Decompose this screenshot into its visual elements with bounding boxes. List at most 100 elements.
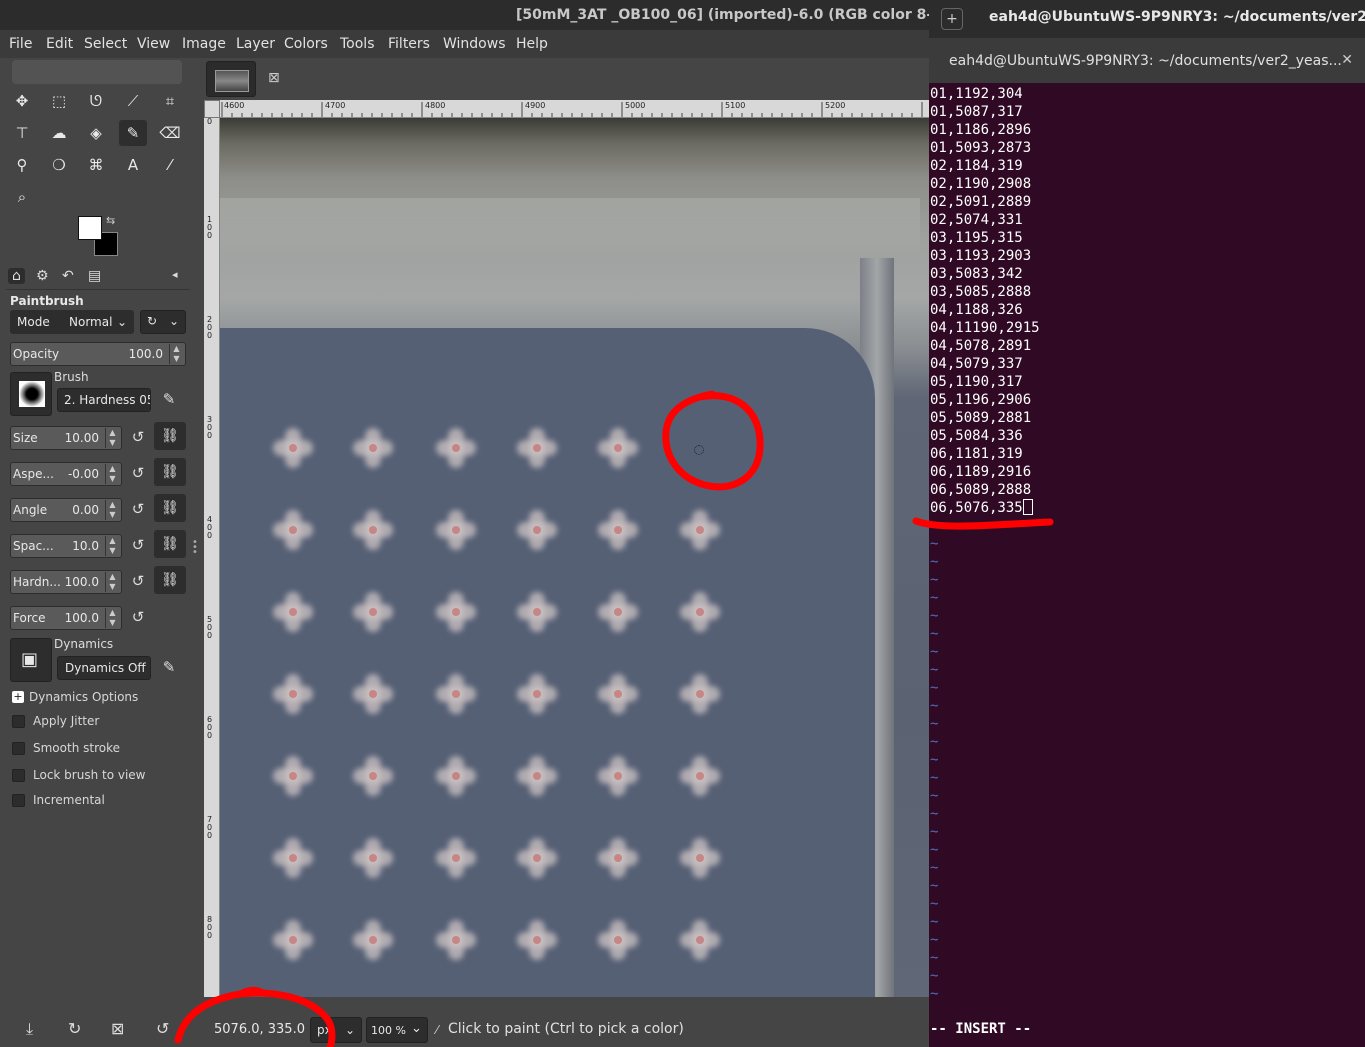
size-reset-icon[interactable]: ↺ xyxy=(128,428,148,448)
text-tool-icon[interactable]: A xyxy=(119,152,147,178)
bucket-fill-tool-icon[interactable]: ◈ xyxy=(82,120,110,146)
edit-brush-icon[interactable]: ✎ xyxy=(159,390,179,410)
spin-arrows-icon[interactable]: ▲ ▼ xyxy=(169,344,183,364)
brush-name-field[interactable]: 2. Hardness 050 xyxy=(57,388,151,412)
vim-line: 02,1184,319 xyxy=(930,158,1023,174)
paintbrush-tool-icon[interactable]: ✎ xyxy=(119,120,147,146)
crop-tool-icon[interactable]: ⌗ xyxy=(156,88,184,114)
menu-windows[interactable]: Windows xyxy=(443,36,506,52)
spin-arrows-icon[interactable]: ▲ ▼ xyxy=(105,500,119,520)
aspect-slider[interactable]: Aspe... -0.00 ▲ ▼ xyxy=(10,462,122,486)
smudge-tool-icon[interactable]: ❍ xyxy=(45,152,73,178)
tool-options-tab-icon[interactable]: ⌂ xyxy=(8,268,25,284)
vim-empty-line: ~ xyxy=(930,770,939,786)
spacing-reset-icon[interactable]: ↺ xyxy=(128,536,148,556)
paths-tool-icon[interactable]: ⌘ xyxy=(82,152,110,178)
eraser-tool-icon[interactable]: ⌫ xyxy=(156,120,184,146)
undo-history-tab-icon[interactable]: ↶ xyxy=(62,268,74,284)
angle-link-icon[interactable]: ⛓ xyxy=(154,494,186,522)
spacing-link-icon[interactable]: ⛓ xyxy=(154,530,186,558)
warp-tool-icon[interactable]: ☁ xyxy=(45,120,73,146)
hardness-reset-icon[interactable]: ↺ xyxy=(128,572,148,592)
device-status-tab-icon[interactable]: ⚙ xyxy=(36,268,49,284)
clone-tool-icon[interactable]: ⚲ xyxy=(8,152,36,178)
close-image-icon[interactable]: ⊠ xyxy=(268,70,280,86)
angle-slider[interactable]: Angle 0.00 ▲ ▼ xyxy=(10,498,122,522)
spin-arrows-icon[interactable]: ▲ ▼ xyxy=(105,536,119,556)
unified-transform-tool-icon[interactable]: ⊤ xyxy=(8,120,36,146)
menu-image[interactable]: Image xyxy=(182,36,226,52)
image-canvas[interactable] xyxy=(220,118,929,997)
delete-options-icon[interactable]: ⊠ xyxy=(111,1019,124,1038)
mode-combo[interactable]: Mode Normal ⌄ xyxy=(10,310,134,334)
image-thumbnail[interactable] xyxy=(206,61,256,97)
force-reset-icon[interactable]: ↺ xyxy=(128,608,148,628)
menu-help[interactable]: Help xyxy=(516,36,548,52)
unit-selector[interactable]: px ⌄ xyxy=(310,1017,362,1043)
zoom-tool-icon[interactable]: ⌕ xyxy=(8,184,36,210)
menu-filters[interactable]: Filters xyxy=(388,36,430,52)
vertical-ruler[interactable]: 0 100 200 300 400 500 600 700 800 xyxy=(204,118,220,997)
color-picker-tool-icon[interactable]: ⁄ xyxy=(156,152,184,178)
rect-select-tool-icon[interactable]: ⬚ xyxy=(45,88,73,114)
hardness-slider[interactable]: Hardn... 100.0 ▲ ▼ xyxy=(10,570,122,594)
images-tab-icon[interactable]: ▤ xyxy=(88,268,101,284)
dock-resize-handle[interactable]: • • • xyxy=(192,538,198,558)
foreground-color-swatch[interactable] xyxy=(78,216,102,240)
close-tab-icon[interactable]: ✕ xyxy=(1341,52,1353,68)
move-tool-icon[interactable]: ✥ xyxy=(8,88,36,114)
brush-cursor-outline xyxy=(694,445,704,455)
opacity-slider[interactable]: Opacity 100.0 ▲ ▼ xyxy=(10,342,186,366)
brush-preview[interactable] xyxy=(10,372,52,416)
expand-plus-icon[interactable]: + xyxy=(12,691,24,703)
lock-brush-checkbox[interactable] xyxy=(12,769,25,782)
menu-edit[interactable]: Edit xyxy=(46,36,73,52)
spin-arrows-icon[interactable]: ▲ ▼ xyxy=(105,608,119,628)
angle-label: Angle xyxy=(13,503,48,517)
vim-buffer[interactable]: 01,1192,304 01,5087,317 01,1186,2896 01,509… xyxy=(930,85,1360,1015)
ruler-v-label: 300 xyxy=(207,415,213,440)
spin-arrows-icon[interactable]: ▲ ▼ xyxy=(105,572,119,592)
terminal-tab[interactable]: eah4d@UbuntuWS-9P9NRY3: ~/documents/ver2… xyxy=(929,38,1365,83)
free-select-tool-icon[interactable]: ᘎ xyxy=(82,88,110,114)
dynamics-preview[interactable]: ▣ xyxy=(10,638,52,682)
menu-file[interactable]: File xyxy=(9,36,32,52)
aspect-label: Aspe... xyxy=(13,467,54,481)
force-slider[interactable]: Force 100.0 ▲ ▼ xyxy=(10,606,122,630)
incremental-checkbox[interactable] xyxy=(12,794,25,807)
reset-options-icon[interactable]: ↺ xyxy=(156,1019,169,1038)
aspect-reset-icon[interactable]: ↺ xyxy=(128,464,148,484)
dynamics-name-field[interactable]: Dynamics Off xyxy=(57,656,151,680)
angle-reset-icon[interactable]: ↺ xyxy=(128,500,148,520)
swap-colors-icon[interactable]: ⇆ xyxy=(106,214,115,227)
spin-arrows-icon[interactable]: ▲ ▼ xyxy=(105,428,119,448)
smooth-stroke-checkbox[interactable] xyxy=(12,742,25,755)
zoom-selector[interactable]: 100 % ⌄ xyxy=(366,1017,428,1043)
quick-mask-toggle[interactable] xyxy=(204,100,220,118)
mode-reset-combo[interactable]: ↻ ⌄ xyxy=(140,310,186,334)
dock-menu-icon[interactable]: ◂ xyxy=(172,268,178,281)
size-slider[interactable]: Size 10.00 ▲ ▼ xyxy=(10,426,122,450)
menu-view[interactable]: View xyxy=(137,36,170,52)
new-tab-icon[interactable]: + xyxy=(941,8,963,30)
spin-arrows-icon[interactable]: ▲ ▼ xyxy=(105,464,119,484)
save-options-icon[interactable]: ⤓ xyxy=(26,1019,33,1039)
dynamics-label: Dynamics xyxy=(54,637,114,651)
restore-options-icon[interactable]: ↻ xyxy=(68,1019,81,1038)
aspect-link-icon[interactable]: ⛓ xyxy=(154,458,186,486)
colony-spot xyxy=(351,508,395,552)
edit-dynamics-icon[interactable]: ✎ xyxy=(159,658,179,678)
ruler-v-label: 0 xyxy=(207,118,213,126)
hardness-link-icon[interactable]: ⛓ xyxy=(154,566,186,594)
size-link-icon[interactable]: ⛓ xyxy=(154,422,186,450)
chevron-down-icon: ⌄ xyxy=(169,314,180,328)
menu-select[interactable]: Select xyxy=(84,36,127,52)
menu-tools[interactable]: Tools xyxy=(340,36,375,52)
spacing-slider[interactable]: Spac... 10.0 ▲ ▼ xyxy=(10,534,122,558)
dynamics-options-label[interactable]: Dynamics Options xyxy=(29,690,138,704)
horizontal-ruler[interactable]: 4600 4700 4800 4900 5000 5100 5200 xyxy=(220,100,929,118)
apply-jitter-checkbox[interactable] xyxy=(12,715,25,728)
fuzzy-select-tool-icon[interactable]: ⟋ xyxy=(119,88,147,114)
menu-layer[interactable]: Layer xyxy=(236,36,275,52)
menu-colors[interactable]: Colors xyxy=(284,36,328,52)
